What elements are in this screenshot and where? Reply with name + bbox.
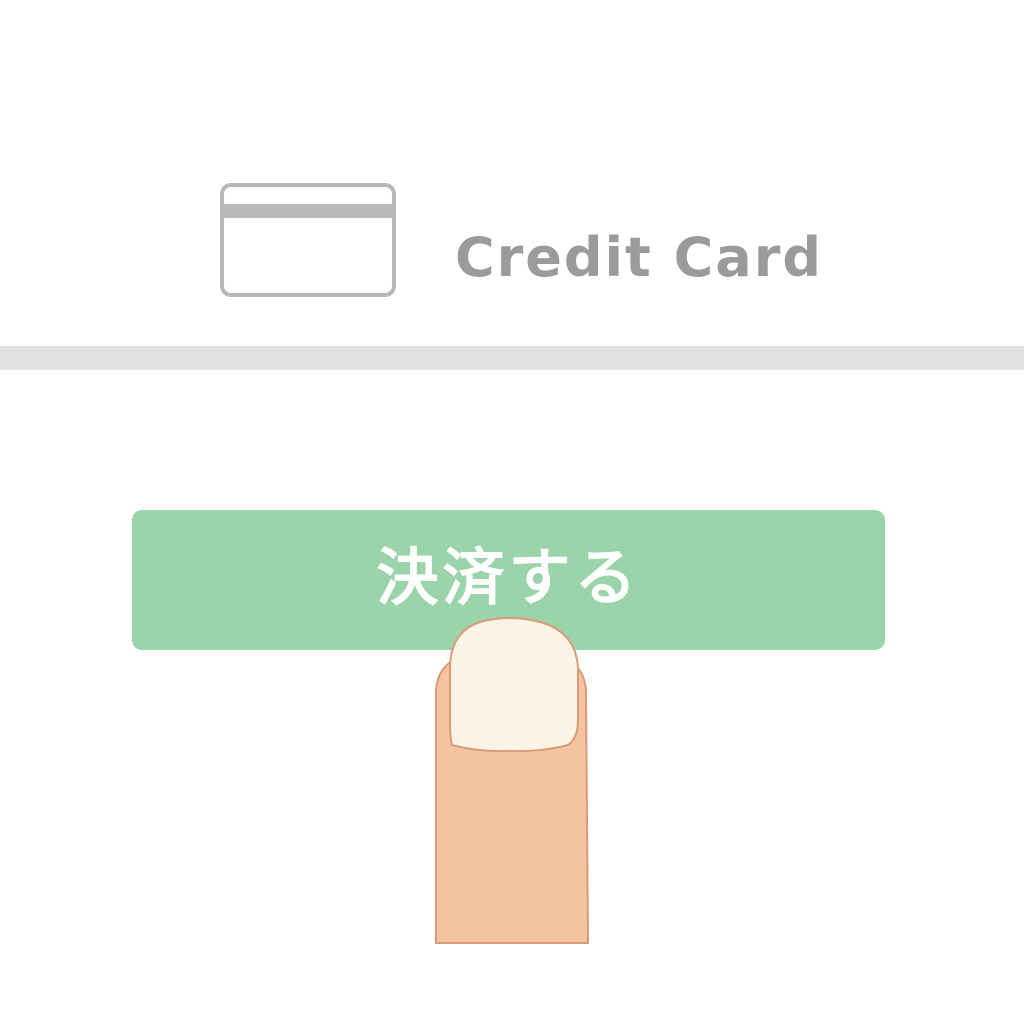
payment-option-label: Credit Card <box>455 226 824 289</box>
payment-screen: Credit Card 決済する <box>0 0 1024 1024</box>
payment-option-credit-card[interactable]: Credit Card <box>0 0 1024 346</box>
pay-button-label: 決済する <box>376 541 641 614</box>
finger-tap-icon <box>430 610 592 946</box>
credit-card-icon <box>219 182 397 298</box>
section-divider <box>0 346 1024 370</box>
pay-button[interactable]: 決済する <box>132 510 885 650</box>
